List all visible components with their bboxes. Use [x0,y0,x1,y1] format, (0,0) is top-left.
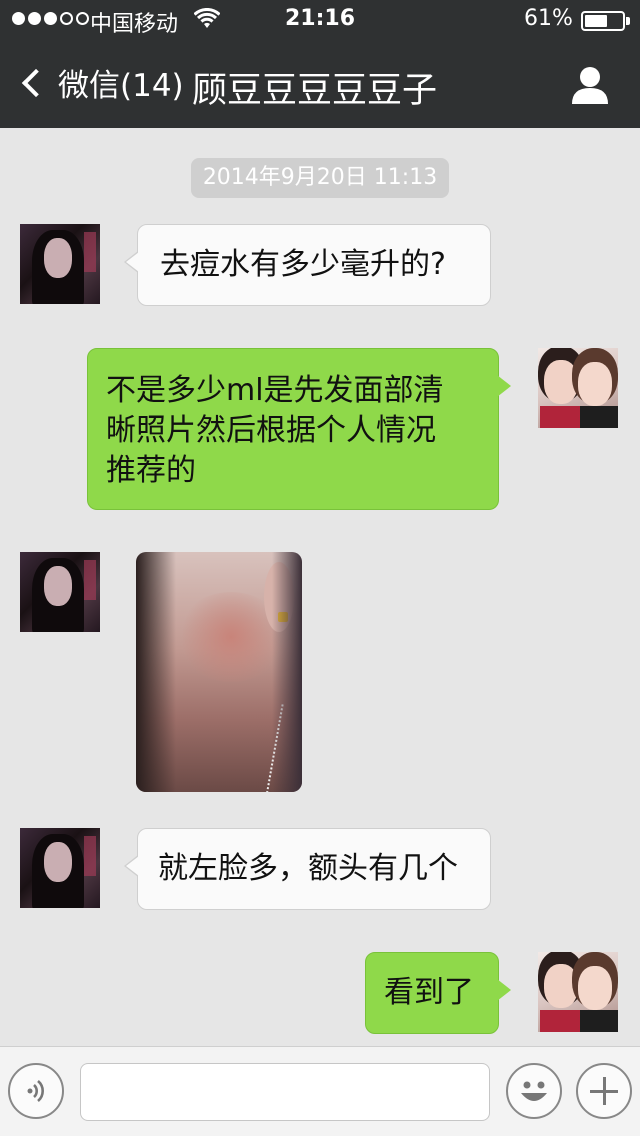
top-bar: 中国移动 21:16 61% 微信(14) 顾豆豆豆豆豆子 [0,0,640,128]
photo-hair [136,552,176,792]
emoji-button[interactable] [506,1063,562,1119]
message-bubble-outgoing[interactable]: 不是多少ml是先发面部清 晰照片然后根据个人情况 推荐的 [87,348,511,510]
profile-icon[interactable] [570,64,610,104]
more-options-button[interactable] [576,1063,632,1119]
message-input[interactable] [80,1063,490,1121]
message-line: 晰照片然后根据个人情况 [106,413,436,448]
my-avatar[interactable] [538,952,618,1032]
battery-cap [626,17,630,25]
avatar-face [44,566,72,606]
back-label: 微信(14) [58,68,184,104]
avatar-clothes [580,1010,618,1032]
back-button[interactable]: 微信(14) [18,60,184,105]
battery-icon [581,11,625,31]
message-text: 就左脸多，额头有几个 [158,851,458,886]
input-bar [0,1046,640,1136]
contact-avatar[interactable] [20,828,100,908]
avatar-person [578,966,612,1010]
chevron-left-icon [21,68,51,97]
voice-input-button[interactable] [8,1063,64,1119]
chat-title: 顾豆豆豆豆豆子 [192,71,438,111]
image-message[interactable] [136,552,302,792]
avatar-person [544,360,578,404]
contact-avatar[interactable] [20,224,100,304]
battery-fill [585,15,607,27]
message-bubble-incoming[interactable]: 就左脸多，额头有几个 [124,828,491,910]
avatar-face [44,842,72,882]
contact-avatar[interactable] [20,552,100,632]
my-avatar[interactable] [538,348,618,428]
avatar-clothes [580,406,618,428]
message-text: 去痘水有多少毫升的? [160,247,446,282]
avatar-accent [84,232,96,272]
voice-icon [27,1080,44,1102]
photo-shadow [272,552,302,792]
avatar-accent [84,560,96,600]
nav-bar: 微信(14) 顾豆豆豆豆豆子 [0,40,640,128]
message-line: 不是多少ml是先发面部清 [106,373,444,408]
message-line: 推荐的 [106,453,196,488]
message-bubble-outgoing[interactable]: 看到了 [365,952,511,1034]
message-bubble-incoming[interactable]: 去痘水有多少毫升的? [124,224,491,306]
battery-percent: 61% [524,6,573,31]
avatar-person [544,964,578,1008]
avatar-person [578,362,612,406]
message-text: 看到了 [384,975,474,1010]
smiley-icon [521,1081,547,1101]
message-timestamp: 2014年9月20日 11:13 [191,158,449,198]
avatar-clothes [540,406,580,428]
status-bar: 中国移动 21:16 61% [0,0,640,40]
avatar-clothes [540,1010,580,1032]
avatar-face [44,238,72,278]
avatar-accent [84,836,96,876]
